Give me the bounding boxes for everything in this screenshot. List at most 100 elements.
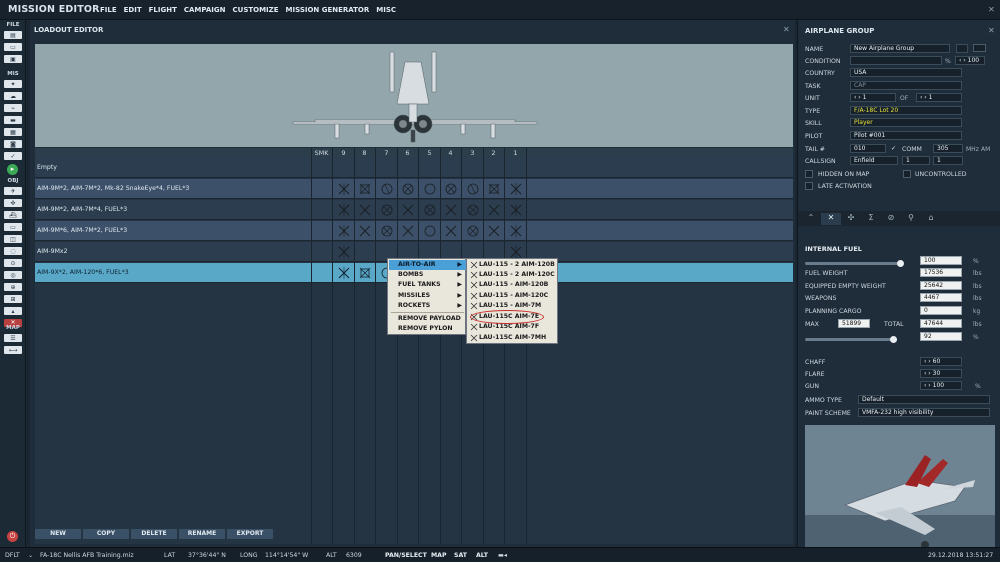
ship-group-icon[interactable]: ⛴ [4, 211, 22, 219]
fuel-tank-icon[interactable] [397, 179, 418, 199]
time-icon[interactable]: ⌁ [4, 104, 22, 112]
map-layer-icon[interactable]: ▬◂ [498, 552, 507, 559]
submenu-item[interactable]: LAU-115 - AIM-120B [468, 280, 558, 290]
summary-tab-icon[interactable]: Σ [861, 213, 881, 225]
fuel-tank-icon[interactable] [419, 221, 440, 241]
group-close-icon[interactable]: ✕ [988, 26, 995, 35]
ammo-type-select[interactable]: Default [858, 395, 990, 404]
delete-loadout-button[interactable]: DELETE [131, 529, 177, 539]
aim9-pylon-icon[interactable] [333, 200, 354, 220]
export-loadout-button[interactable]: EXPORT [227, 529, 273, 539]
briefing-icon[interactable]: ◙ [4, 140, 22, 148]
aim9-pylon-icon[interactable] [333, 242, 354, 262]
tail-number-field[interactable]: 010 [850, 144, 886, 153]
fuel-slider-knob[interactable] [897, 260, 904, 267]
submenu-item[interactable]: LAU-115 - AIM-120C [468, 291, 558, 301]
fuel-tank-icon[interactable] [419, 200, 440, 220]
unit-total-stepper[interactable]: ‹ › 1 [916, 93, 962, 102]
group-lock-icon[interactable] [973, 44, 986, 52]
sat-view-button[interactable]: SAT [454, 552, 467, 559]
uncontrolled-checkbox[interactable] [903, 170, 911, 178]
rename-loadout-button[interactable]: RENAME [179, 529, 225, 539]
zone-icon[interactable]: ◌ [4, 247, 22, 255]
fuel-weight-field[interactable]: 17536 [920, 268, 962, 277]
comm-check-icon[interactable]: ✓ [891, 145, 896, 152]
menu-campaign[interactable]: CAMPAIGN [184, 6, 226, 14]
menu-item-air-to-air[interactable]: AIR-TO-AIR ▶ [389, 260, 466, 270]
fuel-tank-icon[interactable] [440, 179, 461, 199]
loadout-close-icon[interactable]: ✕ [783, 25, 790, 34]
nav-point-icon[interactable]: ⊙ [4, 259, 22, 267]
loadout-row[interactable]: Empty [35, 158, 793, 178]
fuel-tank-icon[interactable] [462, 221, 483, 241]
flare-stepper[interactable]: ‹ › 30 [920, 369, 962, 378]
fuel-tank-icon[interactable] [376, 221, 397, 241]
aim9-double-icon[interactable] [354, 221, 375, 241]
alt-view-button[interactable]: ALT [476, 552, 488, 559]
aircraft-type-select[interactable]: F/A-18C Lot 20 [850, 106, 962, 115]
submenu-item[interactable]: LAU-115 - 2 AIM-120C [468, 270, 558, 280]
aim7-pylon-icon[interactable] [483, 200, 504, 220]
aim120-rack-icon[interactable] [354, 263, 375, 283]
route-tab-icon[interactable]: ⌃ [801, 213, 821, 225]
menu-item-fuel-tanks[interactable]: FUEL TANKS ▶ [389, 280, 466, 290]
aim9-double-icon[interactable] [483, 221, 504, 241]
check-icon[interactable]: ✓ [4, 152, 22, 160]
comm-frequency-field[interactable]: 305 [933, 144, 963, 153]
chaff-stepper[interactable]: ‹ › 60 [920, 357, 962, 366]
menu-item-remove-payload[interactable]: REMOVE PAYLOAD [389, 314, 466, 324]
skill-select[interactable]: Player [850, 118, 962, 127]
aim7-pylon-icon[interactable] [440, 200, 461, 220]
weather-icon[interactable]: ☁ [4, 92, 22, 100]
targets-tab-icon[interactable]: ✣ [841, 213, 861, 225]
radio-tab-icon[interactable]: ⚲ [901, 213, 921, 225]
menu-item-remove-pylon[interactable]: REMOVE PYLON [389, 324, 466, 334]
new-file-icon[interactable]: ▤ [4, 31, 22, 39]
aim9-pylon-icon[interactable] [333, 179, 354, 199]
country-select[interactable]: USA [850, 68, 962, 77]
gun-stepper[interactable]: ‹ › 100 [920, 381, 962, 390]
aim7-pylon-icon[interactable] [354, 200, 375, 220]
status-dropdown-icon[interactable]: ⌄ [28, 552, 33, 559]
aim7-pylon-icon[interactable] [397, 200, 418, 220]
aim7-pylon-icon[interactable] [397, 221, 418, 241]
bomb-rack-icon[interactable] [354, 179, 375, 199]
map-options-icon[interactable]: ☰ [4, 334, 22, 342]
aim9-pylon-icon[interactable] [505, 179, 526, 199]
menu-file[interactable]: FILE [100, 6, 117, 14]
group-color-button[interactable] [956, 44, 968, 53]
menu-item-missiles[interactable]: MISSILES ▶ [389, 291, 466, 301]
map-ruler-icon[interactable]: ⟷ [4, 346, 22, 354]
menu-item-bombs[interactable]: BOMBS ▶ [389, 270, 466, 280]
menu-mission-generator[interactable]: MISSION GENERATOR [286, 6, 370, 14]
airplane-group-icon[interactable]: ✈ [4, 187, 22, 195]
callsign-number-1[interactable]: 1 [902, 156, 930, 165]
hidden-on-map-checkbox[interactable] [805, 170, 813, 178]
aim9x-pylon-icon[interactable] [333, 263, 354, 283]
exit-icon[interactable]: ⏻ [7, 531, 18, 542]
pan-select-button[interactable]: PAN/SELECT [385, 552, 427, 559]
menu-customize[interactable]: CUSTOMIZE [233, 6, 279, 14]
additional-tab-icon[interactable]: ⌂ [921, 213, 941, 225]
window-close-icon[interactable]: ✕ [988, 5, 995, 14]
fuel-percent-field[interactable]: 100 [920, 256, 962, 265]
mission-options-icon[interactable]: ✦ [4, 80, 22, 88]
aim7-pylon-icon[interactable] [462, 179, 483, 199]
failures-tab-icon[interactable]: ⊘ [881, 213, 901, 225]
map-view-button[interactable]: MAP [431, 552, 446, 559]
menu-misc[interactable]: MISC [376, 6, 396, 14]
fuel-slider[interactable] [805, 262, 903, 265]
aim7-pylon-icon[interactable] [376, 179, 397, 199]
group-name-field[interactable]: New Airplane Group [850, 44, 950, 53]
bullseye-icon[interactable]: ⊕ [4, 283, 22, 291]
callsign-number-2[interactable]: 1 [933, 156, 963, 165]
menu-item-rockets[interactable]: ROCKETS ▶ [389, 301, 466, 311]
task-select[interactable]: CAP [850, 81, 962, 90]
copy-loadout-button[interactable]: COPY [83, 529, 129, 539]
condition-stepper[interactable]: ‹ › 100 [955, 56, 985, 65]
aim7-pylon-icon[interactable] [440, 221, 461, 241]
fuel-tank-icon[interactable] [462, 200, 483, 220]
late-activation-checkbox[interactable] [805, 182, 813, 190]
callsign-select[interactable]: Enfield [850, 156, 898, 165]
unit-stepper[interactable]: ‹ › 1 [850, 93, 896, 102]
